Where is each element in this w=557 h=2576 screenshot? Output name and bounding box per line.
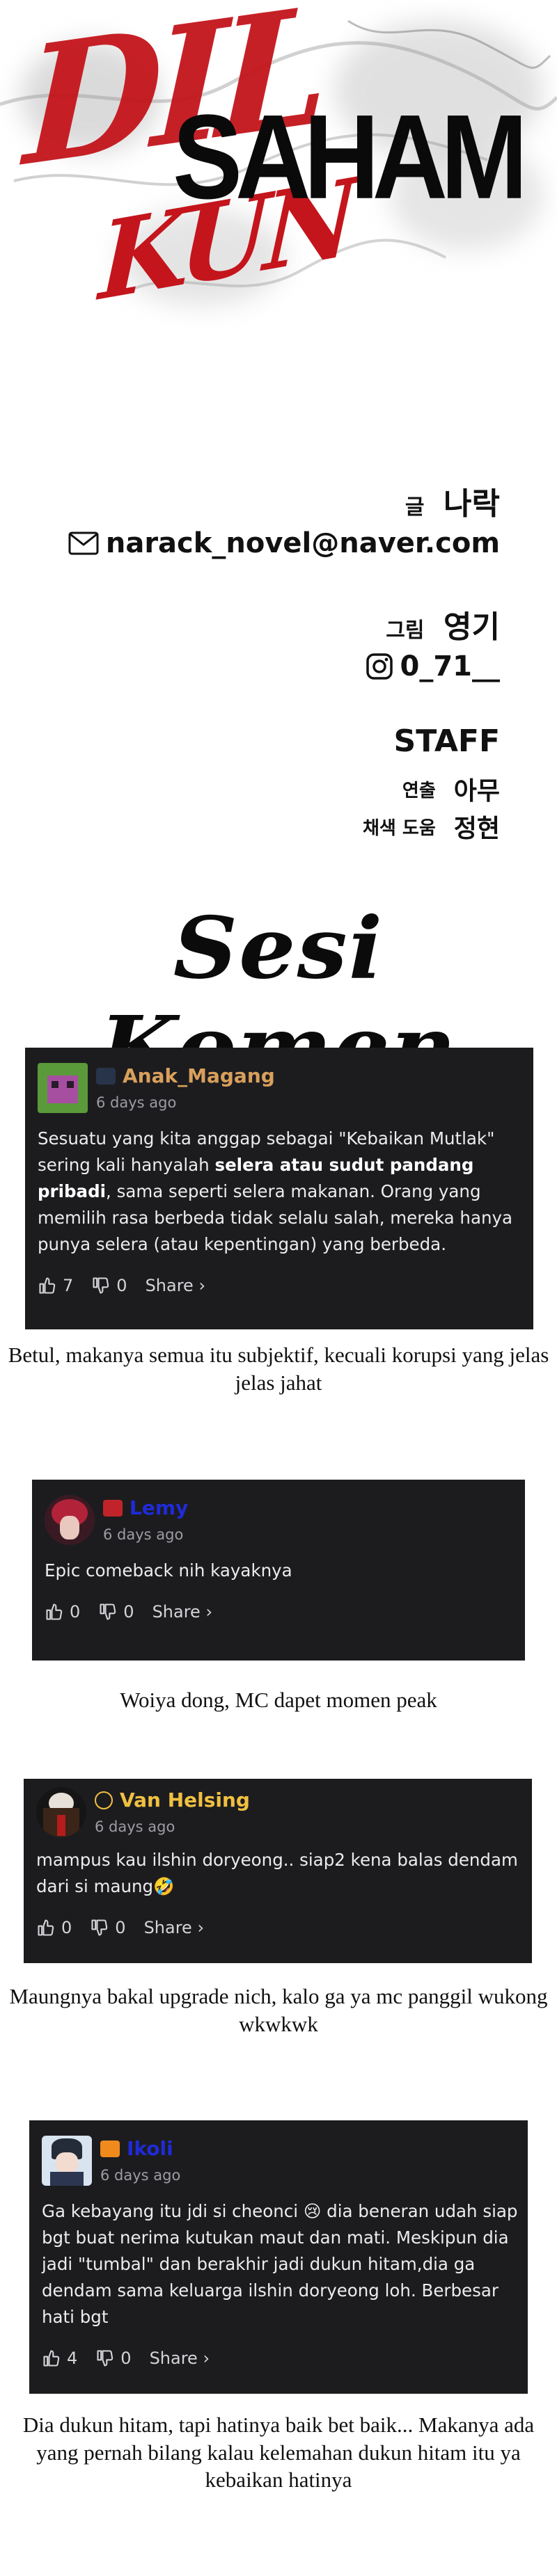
username[interactable]: Van Helsing (120, 1789, 250, 1811)
share-button[interactable]: Share › (152, 1602, 212, 1622)
like-count: 0 (70, 1601, 81, 1622)
reply-text: Woiya dong, MC dapet momen peak (120, 1688, 437, 1712)
like-button[interactable]: 4 (42, 2349, 77, 2368)
writer-name: 나락 (444, 486, 500, 522)
like-button[interactable]: 7 (38, 1276, 73, 1295)
like-count: 0 (61, 1917, 72, 1937)
comment-card: Van Helsing 6 days ago mampus kau ilshin… (24, 1779, 532, 1963)
reply-text: Maungnya bakal upgrade nich, kalo ga ya … (9, 1984, 548, 2036)
comment-time: 6 days ago (95, 1818, 175, 1835)
artist-name: 영기 (444, 609, 500, 645)
instagram-icon (366, 653, 393, 680)
comment-time: 6 days ago (100, 2167, 181, 2184)
staff-title: STAFF (393, 723, 500, 759)
thumbs-down-icon (97, 2350, 113, 2367)
comment-text: mampus kau ilshin doryeong.. siap2 kena … (36, 1850, 518, 1896)
comment-card: Anak_Magang 6 days ago Sesuatu yang kita… (25, 1048, 533, 1329)
staff-color-row: 채색 도움 정현 (363, 808, 500, 845)
avatar (45, 1495, 95, 1545)
thumbs-up-icon (46, 1603, 63, 1620)
avatar (42, 2136, 92, 2186)
color-assist-label: 채색 도움 (363, 817, 436, 839)
comment-card: Lemy 6 days ago Epic comeback nih kayakn… (32, 1480, 525, 1661)
color-assist-name: 정현 (453, 815, 500, 843)
share-button[interactable]: Share › (146, 1276, 205, 1295)
comment-time: 6 days ago (103, 1526, 184, 1543)
artist-handle: 0_71__ (400, 650, 501, 682)
share-button[interactable]: Share › (144, 1918, 204, 1937)
username[interactable]: Ikoli (127, 2137, 173, 2160)
writer-label: 글 (405, 495, 425, 520)
username[interactable]: Lemy (130, 1496, 188, 1519)
like-count: 7 (63, 1275, 74, 1295)
title-saham: SAHAM (173, 89, 528, 224)
reply-text: Dia dukun hitam, tapi hatinya baik bet b… (22, 2413, 535, 2493)
artist-label: 그림 (386, 618, 425, 643)
dislike-count: 0 (116, 1275, 127, 1295)
writer-email-line: narack_novel@naver.com (68, 527, 500, 559)
comment-text: Sesuatu yang kita anggap sebagai "Kebaik… (38, 1128, 512, 1254)
mail-icon (68, 531, 99, 555)
dislike-button[interactable]: 0 (98, 1602, 134, 1622)
share-button[interactable]: Share › (150, 2349, 210, 2368)
director-name: 아무 (453, 777, 500, 806)
thumbs-up-icon (39, 1277, 56, 1294)
thumbs-up-icon (38, 1919, 54, 1936)
dislike-button[interactable]: 0 (95, 2348, 132, 2368)
comment-time: 6 days ago (96, 1094, 177, 1111)
title-logo: DIL KUN SAHAM (0, 0, 557, 390)
like-count: 4 (67, 2348, 78, 2368)
comment-text: Epic comeback nih kayaknya (45, 1560, 292, 1581)
reply-text: Betul, makanya semua itu subjektif, kecu… (8, 1343, 549, 1395)
username[interactable]: Anak_Magang (123, 1064, 275, 1087)
staff-director-row: 연출 아무 (402, 771, 500, 807)
user-badge-icon (100, 2140, 120, 2157)
thumbs-down-icon (91, 1919, 108, 1936)
writer-email: narack_novel@naver.com (105, 527, 500, 559)
dislike-button[interactable]: 0 (90, 1917, 126, 1937)
comment-text: Ga kebayang itu jdi si cheonci 😢 dia ben… (42, 2201, 518, 2327)
dislike-count: 0 (123, 1601, 134, 1622)
thumbs-down-icon (93, 1277, 109, 1294)
like-button[interactable]: 0 (36, 1918, 72, 1937)
user-badge-icon (103, 1499, 123, 1517)
thumbs-up-icon (43, 2350, 60, 2367)
dislike-button[interactable]: 0 (91, 1276, 127, 1295)
writer-credit: 글 나락 (405, 479, 500, 523)
avatar (38, 1063, 88, 1113)
dislike-count: 0 (120, 2348, 132, 2368)
artist-credit: 그림 영기 (386, 602, 500, 646)
artist-handle-line: 0_71__ (366, 650, 501, 682)
comment-card: Ikoli 6 days ago Ga kebayang itu jdi si … (29, 2120, 528, 2394)
like-button[interactable]: 0 (45, 1602, 80, 1622)
avatar (36, 1787, 86, 1837)
director-label: 연출 (402, 780, 436, 801)
dislike-count: 0 (115, 1917, 126, 1937)
user-badge-icon (95, 1791, 113, 1809)
user-badge-icon (96, 1067, 116, 1085)
thumbs-down-icon (100, 1603, 116, 1620)
